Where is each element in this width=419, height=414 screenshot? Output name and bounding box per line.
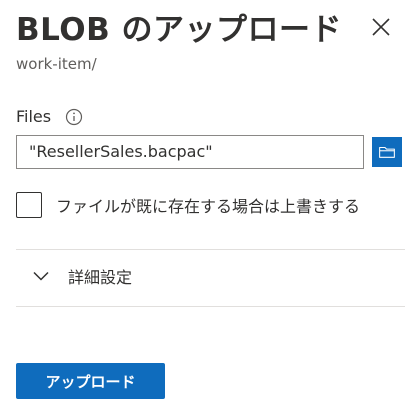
- close-icon: [372, 18, 390, 36]
- divider-top: [16, 249, 405, 250]
- upload-blob-panel: BLOB のアップロード work-item/ Files "ResellerS…: [0, 0, 419, 414]
- container-path: work-item/: [16, 55, 97, 73]
- divider-bottom: [16, 306, 405, 307]
- overwrite-checkbox[interactable]: [16, 192, 42, 218]
- overwrite-option: ファイルが既に存在する場合は上書きする: [16, 192, 360, 218]
- advanced-settings-toggle[interactable]: 詳細設定: [32, 264, 132, 288]
- files-input[interactable]: "ResellerSales.bacpac": [16, 135, 364, 169]
- files-label: Files: [16, 107, 52, 126]
- info-icon[interactable]: [65, 108, 83, 126]
- close-button[interactable]: [368, 14, 394, 40]
- upload-button[interactable]: アップロード: [16, 363, 165, 399]
- panel-title: BLOB のアップロード: [16, 12, 343, 48]
- overwrite-label[interactable]: ファイルが既に存在する場合は上書きする: [56, 193, 360, 217]
- advanced-settings-label: 詳細設定: [68, 268, 133, 287]
- files-label-row: Files: [16, 107, 83, 126]
- browse-files-button[interactable]: [372, 137, 402, 167]
- chevron-down-icon: [33, 271, 49, 281]
- folder-icon: [379, 146, 395, 158]
